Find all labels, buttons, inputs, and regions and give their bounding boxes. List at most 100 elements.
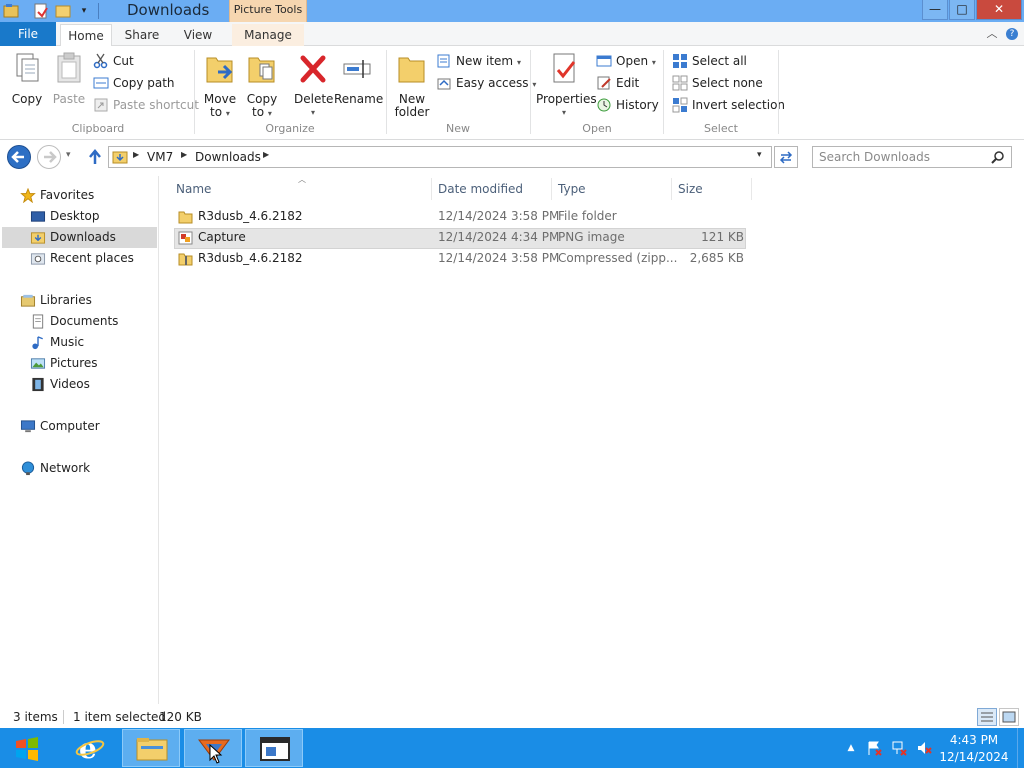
column-header-size[interactable]: Size [672, 178, 752, 200]
copy-path-button[interactable]: Copy path [93, 73, 175, 93]
back-button[interactable] [7, 145, 31, 169]
address-bar[interactable]: ▶ VM7 ▶ Downloads ▶ ▾ [108, 146, 772, 168]
column-header-date-modified[interactable]: Date modified [432, 178, 552, 200]
breadcrumb-chevron-icon[interactable]: ▶ [133, 150, 139, 159]
properties-button[interactable]: Properties ▾ [536, 50, 597, 119]
help-icon[interactable]: ? [1006, 28, 1018, 40]
move-to-button[interactable]: Move to ▾ [202, 50, 238, 120]
search-icon[interactable] [991, 150, 1005, 164]
open-label: Open [616, 54, 649, 68]
volume-icon[interactable] [916, 740, 932, 756]
recent-locations-dropdown[interactable]: ▾ [66, 150, 71, 160]
delete-button[interactable]: Delete ▾ [294, 50, 333, 119]
paste-shortcut-button[interactable]: Paste shortcut [93, 95, 199, 115]
rename-button[interactable]: Rename [334, 50, 383, 106]
tab-share[interactable]: Share [116, 24, 168, 46]
explorer-app-icon[interactable] [3, 3, 19, 19]
breadcrumb-vm7[interactable]: VM7 [147, 150, 173, 164]
easy-access-label: Easy access [456, 76, 529, 90]
address-history-dropdown[interactable]: ▾ [757, 150, 762, 160]
search-input[interactable]: Search Downloads [812, 146, 1012, 168]
copy-label: Copy [11, 92, 43, 106]
open-button[interactable]: Open ▾ [596, 51, 656, 71]
tab-file[interactable]: File [0, 22, 56, 46]
taskbar-clock-time[interactable]: 4:43 PM [944, 733, 1004, 747]
refresh-button[interactable] [774, 146, 798, 168]
breadcrumb-chevron-icon[interactable]: ▶ [181, 150, 187, 159]
tab-manage[interactable]: Manage [232, 24, 304, 46]
ribbon-tab-bar: File Home Share View Manage ︿ ? [0, 22, 1024, 46]
up-arrow-icon[interactable] [86, 148, 104, 166]
file-row-zip[interactable]: R3dusb_4.6.2182 12/14/2024 3:58 PM Compr… [174, 249, 746, 270]
breadcrumb-downloads[interactable]: Downloads [195, 150, 261, 164]
start-button[interactable] [0, 729, 56, 767]
history-button[interactable]: History [596, 95, 659, 115]
select-all-button[interactable]: Select all [672, 51, 747, 71]
details-view-button[interactable] [977, 708, 997, 726]
open-group-label: Open [582, 122, 612, 135]
details-view-icon [981, 712, 993, 722]
new-item-button[interactable]: New item ▾ [436, 51, 521, 71]
cut-button[interactable]: Cut [93, 51, 134, 71]
copy-icon [16, 53, 39, 82]
large-icons-view-icon [1002, 711, 1016, 723]
tab-home[interactable]: Home [60, 24, 112, 46]
paste-button[interactable]: Paste [50, 50, 88, 106]
network-status-icon[interactable] [891, 740, 907, 756]
chevron-down-icon: ▾ [561, 108, 566, 117]
forward-arrow-icon [44, 151, 57, 163]
file-name: R3dusb_4.6.2182 [198, 251, 303, 265]
column-header-name[interactable]: Name [170, 178, 432, 200]
edit-label: Edit [616, 76, 640, 90]
computer-icon [20, 420, 36, 433]
file-row-capture[interactable]: Capture 12/14/2024 4:34 PM PNG image 121… [174, 228, 746, 249]
new-folder-quick-icon[interactable] [55, 3, 71, 19]
taskbar-paint-app[interactable] [184, 729, 242, 767]
move-to-folder-icon [206, 57, 233, 83]
breadcrumb-chevron-icon[interactable]: ▶ [263, 150, 269, 159]
open-icon [596, 55, 612, 67]
history-icon [597, 98, 611, 112]
file-name: R3dusb_4.6.2182 [198, 209, 303, 223]
invert-selection-button[interactable]: Invert selection [672, 95, 785, 115]
show-desktop-button[interactable] [1017, 728, 1024, 768]
large-icons-view-button[interactable] [999, 708, 1019, 726]
minimize-button[interactable]: — [922, 0, 948, 20]
tab-view[interactable]: View [172, 24, 224, 46]
documents-icon [32, 314, 44, 329]
taskbar-clock-date[interactable]: 12/14/2024 [936, 750, 1012, 764]
show-hidden-icons-icon[interactable]: ▲ [843, 740, 859, 756]
back-arrow-icon [11, 151, 24, 163]
properties-quick-icon[interactable] [33, 3, 49, 19]
minimize-ribbon-icon[interactable]: ︿ [986, 28, 998, 40]
copy-path-label: Copy path [113, 76, 175, 90]
file-type: File folder [558, 209, 617, 223]
copy-button[interactable]: Copy [8, 50, 46, 106]
scissors-icon [93, 53, 108, 69]
edit-button[interactable]: Edit [596, 73, 639, 93]
action-center-flag-icon[interactable] [866, 740, 882, 756]
forward-button[interactable] [37, 145, 61, 169]
column-header-type[interactable]: Type [552, 178, 672, 200]
recent-places-icon [30, 253, 46, 265]
chevron-down-icon: ▾ [651, 58, 656, 67]
taskbar-internet-explorer[interactable]: e [61, 729, 119, 767]
move-to-label-line2: to [210, 105, 223, 119]
easy-access-button[interactable]: Easy access ▾ [436, 73, 536, 93]
new-folder-label-line2: folder [394, 105, 430, 119]
taskbar-window-app[interactable] [245, 729, 303, 767]
new-folder-button[interactable]: New folder [392, 50, 432, 119]
select-none-button[interactable]: Select none [672, 73, 763, 93]
copy-to-button[interactable]: Copy to ▾ [244, 50, 280, 120]
videos-film-icon [32, 377, 44, 392]
taskbar-file-explorer[interactable] [122, 729, 180, 767]
close-button[interactable]: ✕ [976, 0, 1022, 20]
title-bar[interactable]: ▾ Downloads Picture Tools — □ ✕ [0, 0, 1024, 22]
internet-explorer-icon: e [75, 733, 105, 763]
chevron-down-icon: ▾ [267, 109, 272, 118]
invert-selection-icon [672, 97, 688, 113]
customize-qat-icon[interactable]: ▾ [76, 3, 92, 19]
maximize-button[interactable]: □ [949, 0, 975, 20]
select-group-label: Select [704, 122, 738, 135]
file-row-folder[interactable]: R3dusb_4.6.2182 12/14/2024 3:58 PM File … [174, 207, 746, 228]
